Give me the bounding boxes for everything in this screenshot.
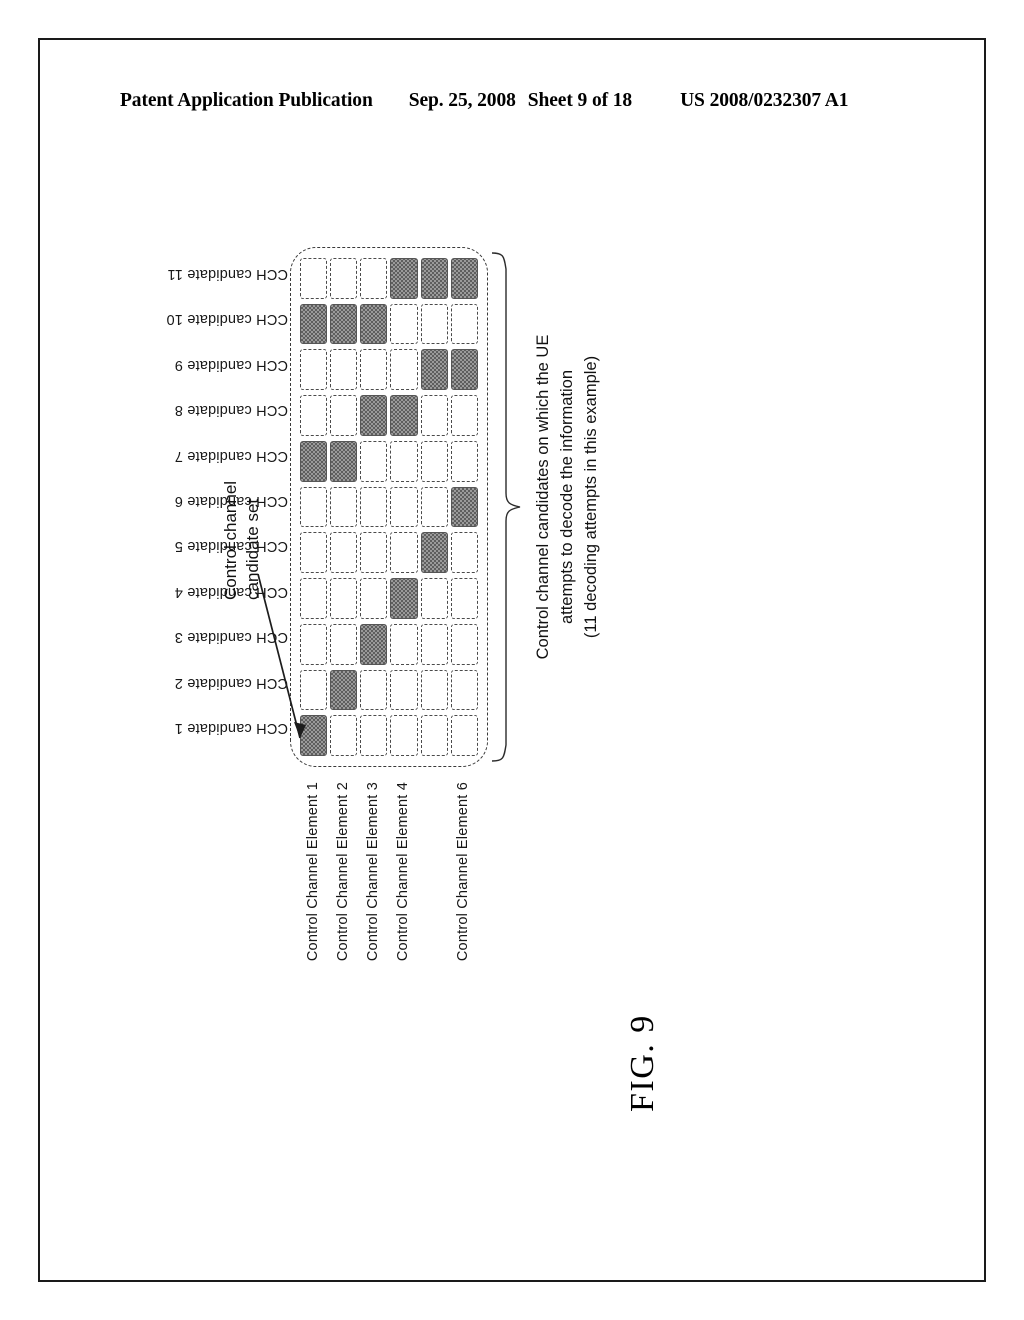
grid-cell [390, 623, 418, 665]
candidate-label-11: CCH candidate 11 [167, 265, 288, 282]
candidate-label-8: CCH candidate 8 [174, 402, 288, 419]
grid-cell [360, 258, 388, 299]
callout-decode-attempts: Control channel candidates on which the … [532, 227, 604, 767]
grid-cell [420, 669, 448, 711]
grid-cell [300, 532, 328, 574]
grid-cell [360, 486, 388, 528]
grid-cell [390, 578, 418, 619]
grid-cell [300, 349, 328, 391]
cce-candidate-grid [300, 258, 478, 756]
grid-cell [330, 623, 358, 665]
grid-cell [300, 486, 328, 528]
grid-cell [390, 440, 418, 482]
grid-cell [420, 623, 448, 665]
grid-cell [300, 258, 328, 299]
grid-cell [390, 349, 418, 391]
callout-decode-line1: Control channel candidates on which the … [534, 334, 552, 660]
grid-cell [450, 349, 478, 391]
grid-cell [390, 303, 418, 345]
header-sheet-number: Sheet 9 of 18 [527, 90, 633, 111]
grid-cell [390, 669, 418, 711]
grid-cell [360, 669, 388, 711]
document-header: Patent Application Publication Sep. 25, … [120, 86, 910, 116]
cce-label-3: Control Channel Element 3 [365, 782, 381, 962]
grid-cell [330, 669, 358, 711]
grid-cell [420, 349, 448, 391]
grid-cell [450, 303, 478, 345]
grid-cell [390, 258, 418, 299]
grid-cell [360, 578, 388, 619]
control-channel-candidate-set [290, 247, 488, 767]
grid-cell [450, 578, 478, 619]
candidate-label-10: CCH candidate 10 [166, 311, 288, 328]
candidate-label-7: CCH candidate 7 [174, 447, 288, 464]
callout-decode-line3: (11 decoding attempts in this example) [581, 355, 600, 639]
figure-9: FIG. 9 Control Channel Element 1 Control … [166, 232, 792, 1112]
grid-cell [360, 532, 388, 574]
grid-cell [330, 395, 358, 436]
grid-cell [420, 395, 448, 436]
header-publication: Patent Application Publication [120, 90, 373, 111]
grid-cell [390, 715, 418, 756]
candidate-label-5: CCH candidate 5 [174, 538, 288, 555]
grid-cell [330, 440, 358, 482]
callout-decode-line2: attempts to decode the information [557, 369, 576, 625]
grid-cell [420, 715, 448, 756]
grid-cell [450, 623, 478, 665]
grid-cell [420, 486, 448, 528]
grid-cell [330, 578, 358, 619]
grid-cell [330, 303, 358, 345]
grid-cell [390, 486, 418, 528]
grid-cell [330, 349, 358, 391]
grid-cell [360, 349, 388, 391]
callout-candidate-set: Control channel candidate set [220, 300, 264, 600]
decode-brace [491, 252, 521, 762]
grid-cell [450, 440, 478, 482]
grid-cell [390, 532, 418, 574]
grid-cell [300, 303, 328, 345]
grid-cell [420, 440, 448, 482]
candidate-label-6: CCH candidate 6 [174, 493, 288, 509]
header-date: Sep. 25, 2008 [408, 90, 516, 111]
header-patent-number: US 2008/0232307 A1 [680, 90, 849, 111]
cce-label-6: Control Channel Element 6 [455, 782, 471, 962]
grid-cell [360, 303, 388, 345]
grid-cell [450, 715, 478, 756]
candidate-label-9: CCH candidate 9 [174, 356, 288, 373]
grid-cell [450, 486, 478, 528]
grid-cell [330, 258, 358, 299]
grid-cell [300, 395, 328, 436]
cce-label-1: Control Channel Element 1 [305, 782, 321, 962]
grid-cell [300, 440, 328, 482]
figure-caption: FIG. 9 [624, 1014, 661, 1112]
grid-cell [450, 258, 478, 299]
grid-cell [450, 669, 478, 711]
grid-cell [420, 258, 448, 299]
grid-cell [420, 578, 448, 619]
grid-cell [330, 532, 358, 574]
grid-cell [450, 395, 478, 436]
callout-leader-arrow [257, 573, 306, 739]
callout-candidate-set-line2: candidate set [242, 498, 262, 600]
grid-cell [360, 715, 388, 756]
grid-cell [360, 395, 388, 436]
grid-cell [450, 532, 478, 574]
grid-cell [420, 303, 448, 345]
callout-candidate-set-line1: Control channel [221, 480, 240, 600]
grid-cell [330, 715, 358, 756]
cce-label-4: Control Channel Element 4 [395, 782, 411, 962]
grid-cell [330, 486, 358, 528]
grid-cell [360, 440, 388, 482]
cce-label-2: Control Channel Element 2 [335, 782, 351, 962]
grid-cell [360, 623, 388, 665]
grid-cell [390, 395, 418, 436]
grid-cell [420, 532, 448, 574]
